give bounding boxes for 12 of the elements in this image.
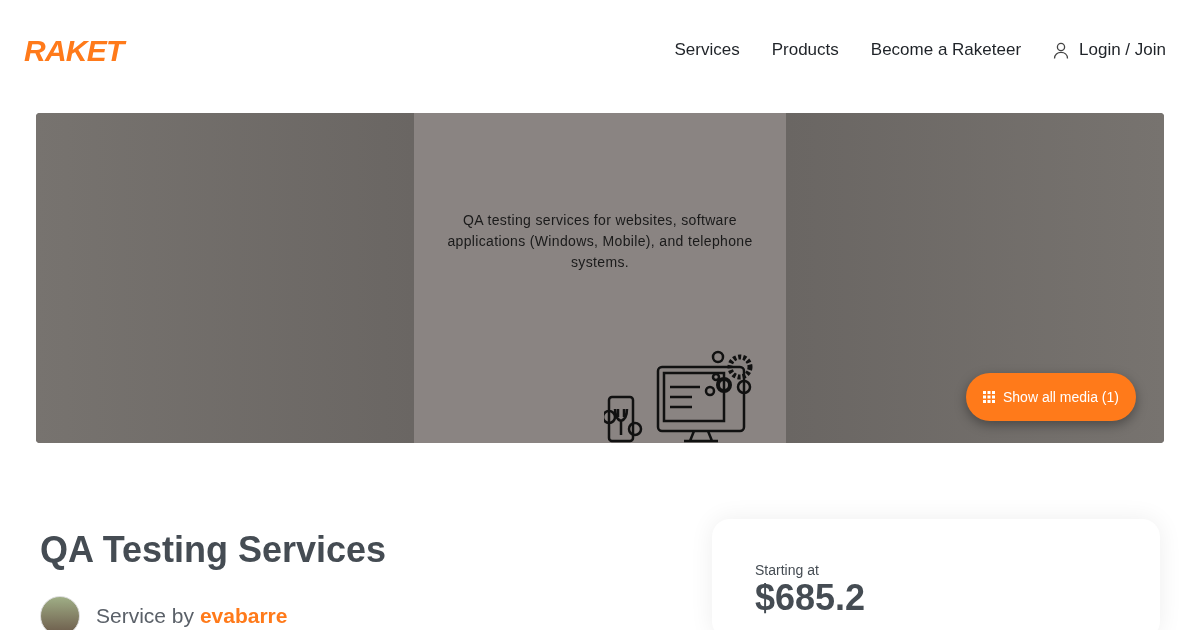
price: $685.2 xyxy=(755,579,867,617)
nav-link[interactable]: Become a Raketeer xyxy=(870,37,1022,63)
login-link[interactable]: Login / Join xyxy=(1053,37,1166,63)
avatar xyxy=(40,596,80,630)
nav-link[interactable]: Services xyxy=(674,37,740,63)
user-icon xyxy=(1053,41,1070,59)
price-label: Starting at xyxy=(755,561,820,579)
grid-icon xyxy=(983,391,995,403)
image-caption: QA testing services for websites, software applications (Windows, Mobile), and telephone systems. xyxy=(446,211,754,272)
service-title: QA Testing Services xyxy=(40,530,387,570)
nav-link[interactable]: Products xyxy=(771,37,839,63)
service-byline: Service by evabarre xyxy=(96,604,288,628)
